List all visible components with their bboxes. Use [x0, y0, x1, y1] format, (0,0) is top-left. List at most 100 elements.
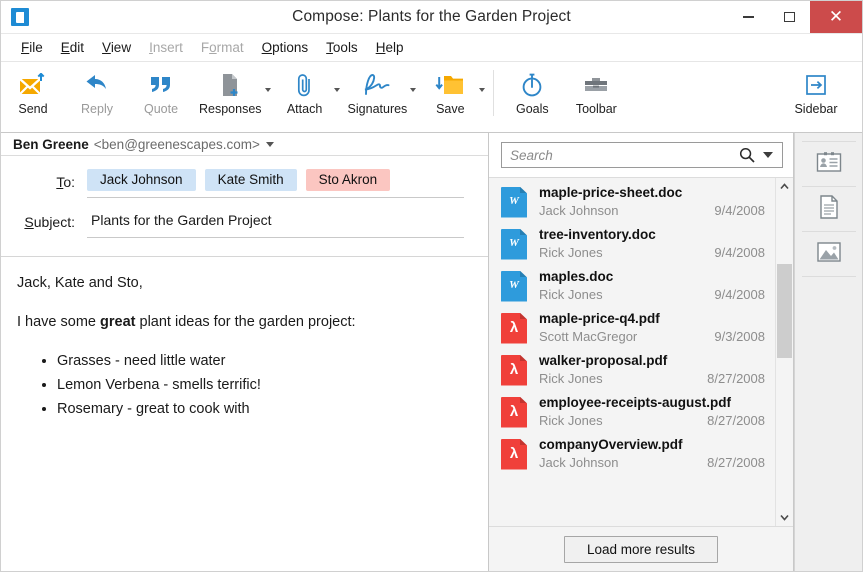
close-button[interactable]: ✕	[810, 1, 862, 33]
recipient-pill[interactable]: Sto Akron	[305, 168, 391, 192]
search-icon[interactable]	[739, 147, 755, 163]
list-item[interactable]: W tree-inventory.doc Rick Jones 9/4/2008	[489, 223, 775, 265]
document-text-icon	[817, 194, 841, 225]
recipient-pill[interactable]: Jack Johnson	[87, 168, 196, 192]
body-intro-bold: great	[100, 314, 136, 331]
search-box[interactable]: Search	[501, 142, 783, 168]
subject-label: Subject:	[24, 214, 75, 230]
menu-item-view[interactable]: View	[93, 41, 140, 55]
maximize-button[interactable]	[769, 1, 810, 33]
responses-dropdown-caret[interactable]	[264, 88, 271, 92]
tab-contacts[interactable]	[801, 141, 856, 187]
tab-images[interactable]	[801, 232, 856, 277]
chevron-up-icon[interactable]	[780, 178, 789, 195]
file-results-area: W maple-price-sheet.doc Jack Johnson 9/4…	[489, 178, 793, 526]
search-input[interactable]: Search	[510, 148, 739, 163]
to-label: To:	[56, 174, 75, 190]
pdf-document-icon: λ	[501, 354, 527, 386]
file-date: 9/4/2008	[714, 244, 765, 260]
file-results-list: W maple-price-sheet.doc Jack Johnson 9/4…	[489, 178, 775, 526]
file-date: 9/3/2008	[714, 328, 765, 344]
list-item[interactable]: W maple-price-sheet.doc Jack Johnson 9/4…	[489, 181, 775, 223]
main-content: Ben Greene <ben@greenescapes.com> To: Ja…	[1, 133, 862, 571]
toolbar-button-signatures[interactable]: Signatures	[342, 66, 414, 116]
file-date: 8/27/2008	[707, 412, 765, 428]
menu-item-edit[interactable]: Edit	[52, 41, 93, 55]
subject-value: Plants for the Garden Project	[91, 212, 272, 228]
toolbar-button-attach[interactable]: Attach	[273, 66, 337, 116]
contact-card-icon	[816, 151, 842, 178]
toolbar-label-save: Save	[436, 102, 465, 116]
folder-save-icon	[435, 70, 465, 100]
toolbar-button-save[interactable]: Save	[418, 66, 482, 116]
file-author: Scott MacGregor	[539, 328, 638, 344]
tab-documents[interactable]	[801, 187, 856, 232]
file-author: Rick Jones	[539, 370, 603, 386]
word-document-icon: W	[501, 186, 527, 218]
save-dropdown-caret[interactable]	[479, 88, 486, 92]
reply-arrow-icon	[84, 70, 110, 100]
list-item[interactable]: λ companyOverview.pdf Jack Johnson 8/27/…	[489, 433, 775, 475]
menu-item-options[interactable]: Options	[253, 41, 318, 55]
toolbar-button-responses[interactable]: Responses	[193, 66, 268, 116]
toolbar-button-goals[interactable]: Goals	[500, 66, 564, 116]
list-item[interactable]: λ employee-receipts-august.pdf Rick Jone…	[489, 391, 775, 433]
chevron-down-icon[interactable]	[780, 509, 789, 526]
toolbar-label-responses: Responses	[199, 102, 262, 116]
from-address: <ben@greenescapes.com>	[93, 136, 260, 152]
list-item[interactable]: λ maple-price-q4.pdf Scott MacGregor 9/3…	[489, 307, 775, 349]
toolbar-separator	[493, 70, 495, 116]
attach-dropdown-caret[interactable]	[333, 88, 340, 92]
mail-app-icon	[11, 8, 29, 26]
sidebar-tabstrip	[794, 133, 862, 571]
file-name: tree-inventory.doc	[539, 226, 656, 242]
file-author: Rick Jones	[539, 244, 603, 260]
to-input[interactable]: Jack Johnson Kate Smith Sto Akron	[87, 168, 464, 198]
menu-item-tools[interactable]: Tools	[317, 41, 367, 55]
toolbar-button-quote[interactable]: Quote	[129, 66, 193, 116]
toolbar-label-sidebar: Sidebar	[794, 102, 838, 116]
toolbar-label-signatures: Signatures	[347, 102, 408, 116]
file-name: maples.doc	[539, 268, 614, 284]
menu-bar: File Edit View Insert Format Options Too…	[1, 34, 862, 62]
file-author: Jack Johnson	[539, 454, 619, 470]
toolbar-button-send[interactable]: Send	[1, 66, 65, 116]
from-row[interactable]: Ben Greene <ben@greenescapes.com>	[1, 133, 488, 156]
compose-window: Compose: Plants for the Garden Project ✕…	[0, 0, 863, 572]
word-document-icon: W	[501, 228, 527, 260]
menu-item-help[interactable]: Help	[367, 41, 413, 55]
toolbar-label-send: Send	[18, 102, 48, 116]
message-body-editor[interactable]: Jack, Kate and Sto, I have some great pl…	[1, 257, 488, 571]
toolbar-button-reply[interactable]: Reply	[65, 66, 129, 116]
menu-item-insert: Insert	[149, 39, 183, 55]
toolbar-label-toolbar: Toolbar	[575, 102, 617, 116]
chevron-down-icon[interactable]	[265, 141, 274, 147]
scrollbar-track[interactable]	[776, 195, 793, 509]
file-date: 8/27/2008	[707, 454, 765, 470]
results-pane: Search W maple-price-sheet.doc Jack John…	[489, 133, 794, 571]
pdf-document-icon: λ	[501, 312, 527, 344]
file-name: employee-receipts-august.pdf	[539, 394, 732, 410]
signatures-dropdown-caret[interactable]	[410, 88, 417, 92]
subject-input[interactable]: Plants for the Garden Project	[87, 208, 464, 238]
menu-item-file[interactable]: File	[12, 41, 52, 55]
recipient-pill[interactable]: Kate Smith	[204, 168, 297, 192]
toolbar-button-toolbar[interactable]: Toolbar	[564, 66, 628, 116]
menu-item-format: Format	[200, 39, 244, 55]
file-date: 9/4/2008	[714, 286, 765, 302]
from-name: Ben Greene	[13, 136, 89, 152]
minimize-button[interactable]	[728, 1, 769, 33]
scrollbar-thumb[interactable]	[777, 264, 792, 359]
file-author: Jack Johnson	[539, 202, 619, 218]
body-bullet-list: Grasses - need little water Lemon Verben…	[17, 351, 468, 420]
list-item[interactable]: λ walker-proposal.pdf Rick Jones 8/27/20…	[489, 349, 775, 391]
list-item[interactable]: W maples.doc Rick Jones 9/4/2008	[489, 265, 775, 307]
sidebar-panel-icon	[804, 70, 828, 100]
load-more-area: Load more results	[489, 526, 793, 571]
results-scrollbar[interactable]	[775, 178, 793, 526]
load-more-button[interactable]: Load more results	[563, 535, 719, 563]
toolbar-button-sidebar[interactable]: Sidebar	[784, 66, 848, 116]
stopwatch-icon	[520, 70, 544, 100]
chevron-down-icon[interactable]	[763, 152, 773, 158]
title-bar: Compose: Plants for the Garden Project ✕	[1, 1, 862, 34]
